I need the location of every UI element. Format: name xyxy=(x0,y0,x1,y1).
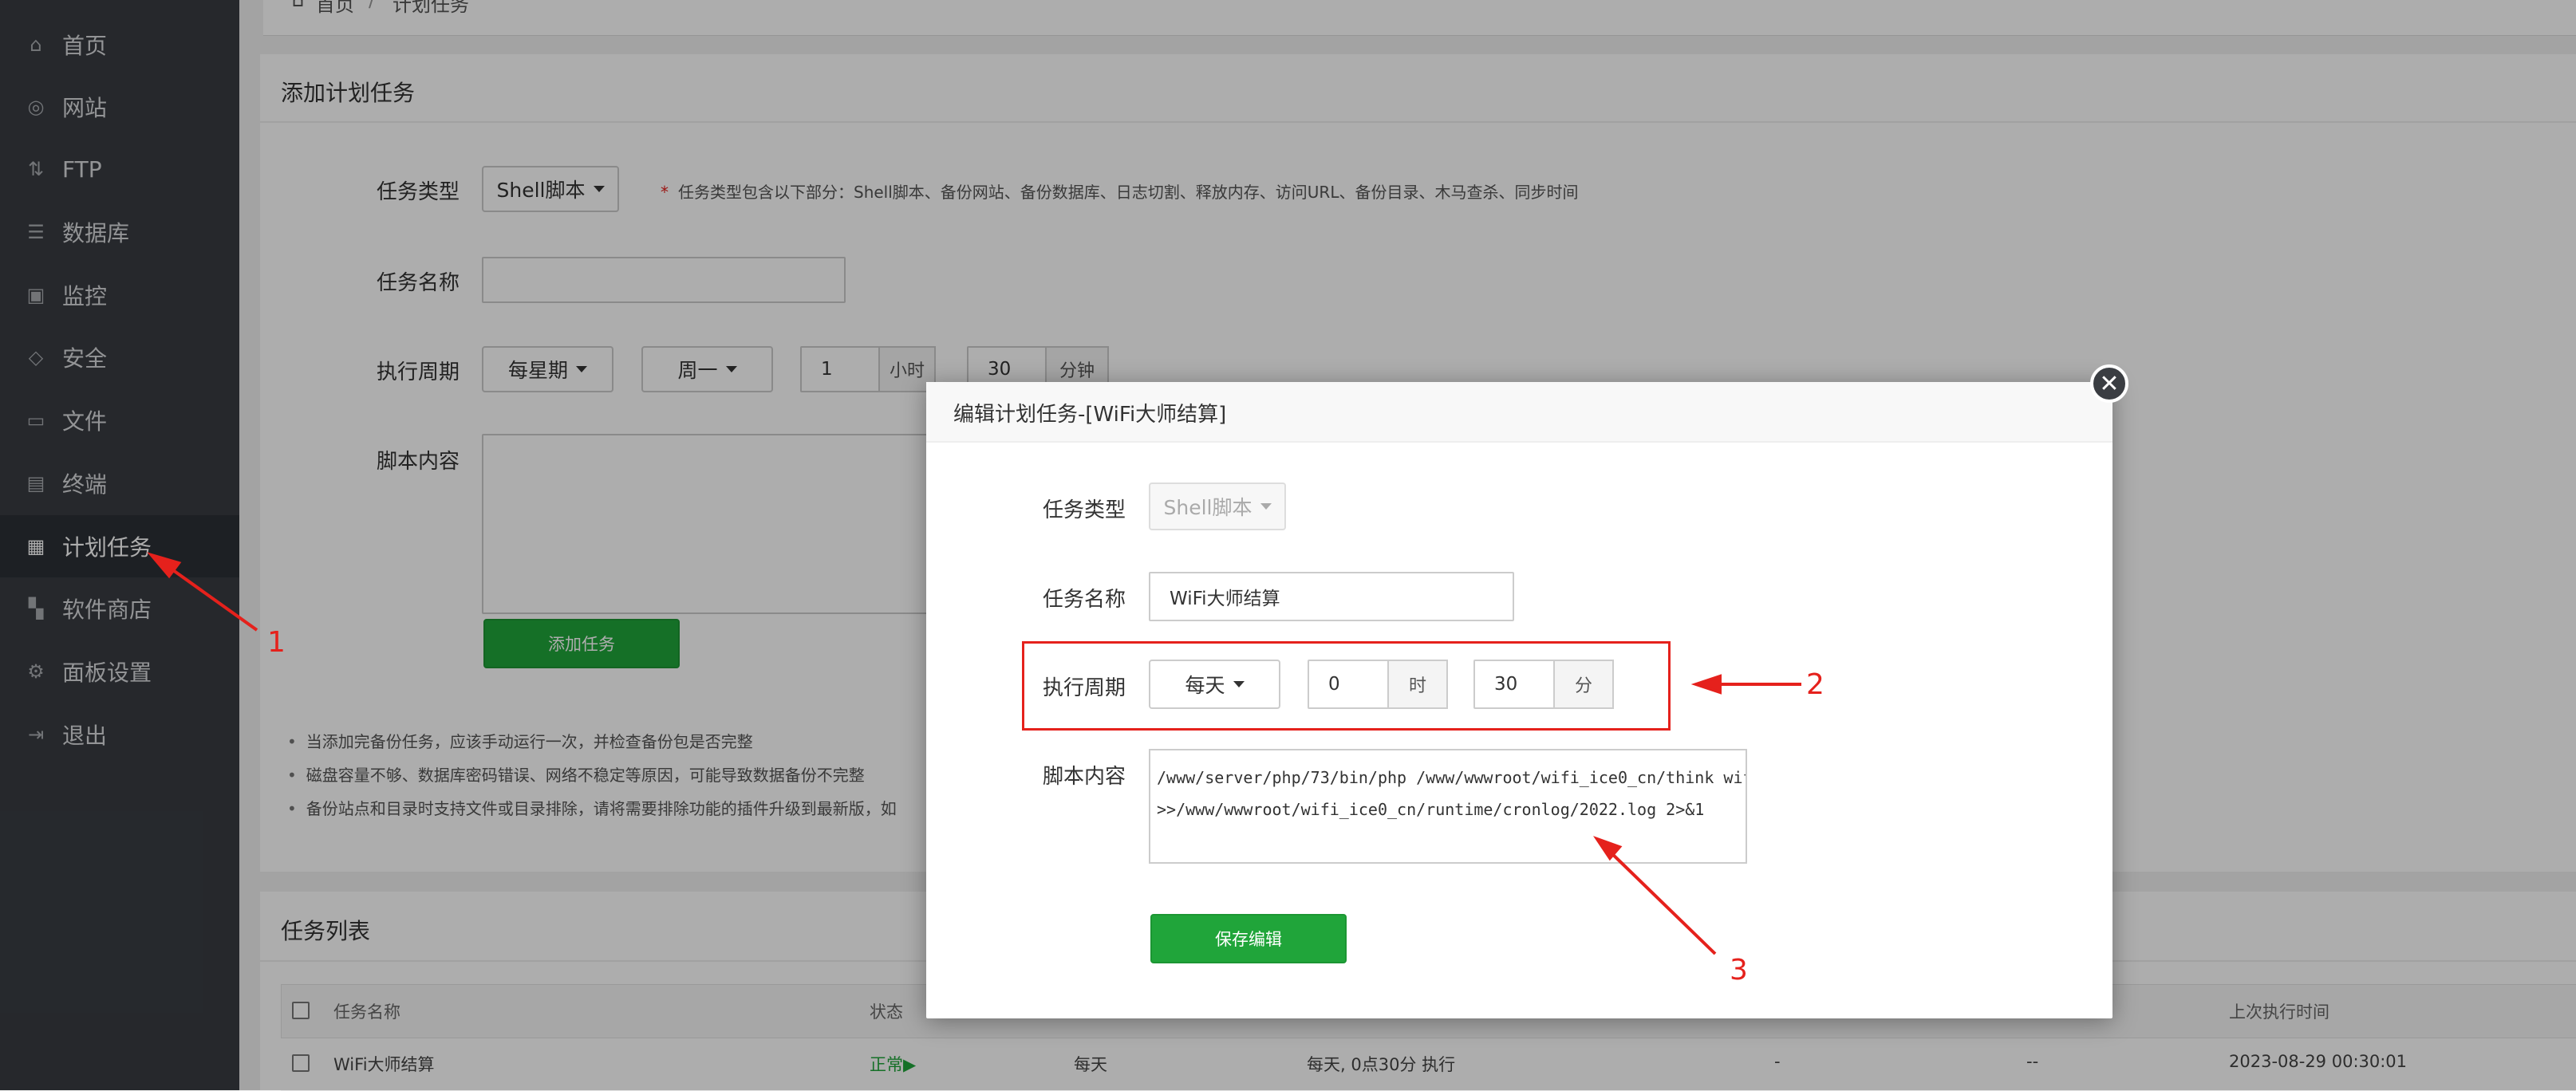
arrow-3 xyxy=(1605,847,1717,955)
annotation-arrows xyxy=(147,552,1801,955)
arrow-2-head xyxy=(1690,674,1722,695)
arrow-1 xyxy=(166,565,258,632)
arrow-3-head xyxy=(1592,836,1623,861)
